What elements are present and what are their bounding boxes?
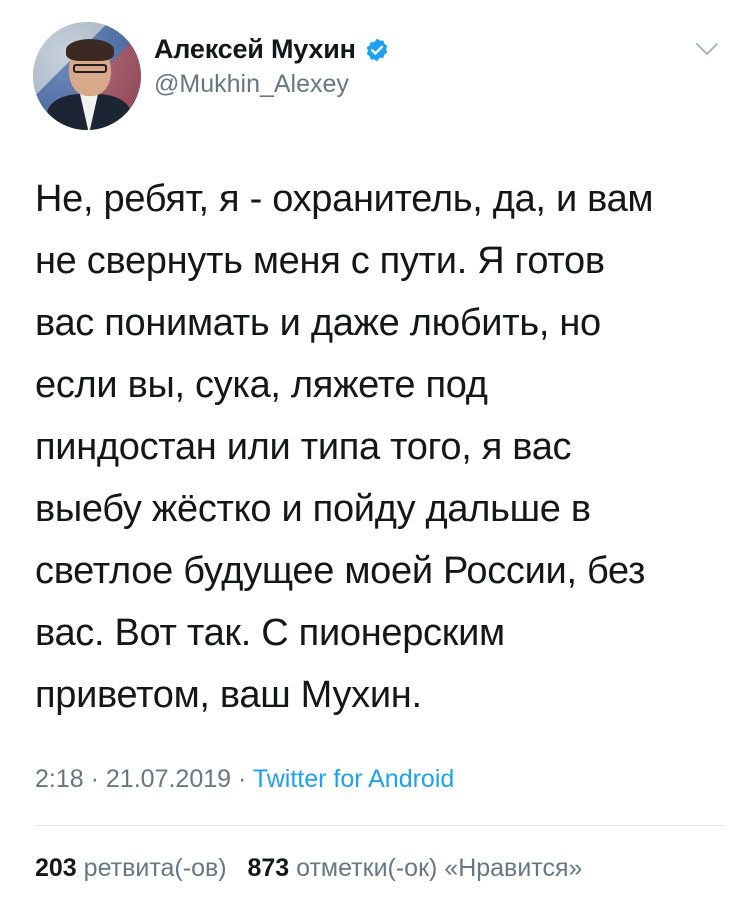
- verified-badge-icon: [366, 38, 387, 61]
- author-handle[interactable]: @Mukhin_Alexey: [154, 70, 349, 99]
- divider: [35, 825, 725, 826]
- avatar-glasses: [73, 64, 107, 73]
- tweet-source-link[interactable]: Twitter for Android: [253, 765, 454, 793]
- likes-stat[interactable]: 873 отметки(-ок) «Нравится»: [247, 854, 582, 882]
- author-name[interactable]: Алексей Мухин: [154, 34, 356, 65]
- author-avatar[interactable]: [33, 22, 141, 130]
- retweets-count: 203: [35, 854, 77, 882]
- likes-count: 873: [247, 854, 290, 882]
- chevron-down-icon[interactable]: [694, 40, 720, 58]
- tweet-time: 2:18: [35, 765, 84, 793]
- tweet-date: 21.07.2019: [105, 765, 232, 793]
- tweet-meta: 2:18 · 21.07.2019 · Twitter for Android: [35, 765, 454, 794]
- tweet-text: Не, ребят, я - охранитель, да, и вам не …: [35, 178, 654, 716]
- retweets-stat[interactable]: 203 ретвита(-ов): [35, 854, 227, 882]
- retweets-label: ретвита(-ов): [83, 854, 227, 882]
- likes-label: отметки(-ок) «Нравится»: [296, 854, 583, 882]
- author-name-row[interactable]: Алексей Мухин: [154, 34, 390, 65]
- meta-separator: ·: [237, 765, 247, 793]
- avatar-hair: [66, 39, 114, 61]
- meta-separator: ·: [90, 765, 99, 793]
- tweet-stats: 203 ретвита(-ов) 873 отметки(-ок) «Нрави…: [35, 854, 582, 883]
